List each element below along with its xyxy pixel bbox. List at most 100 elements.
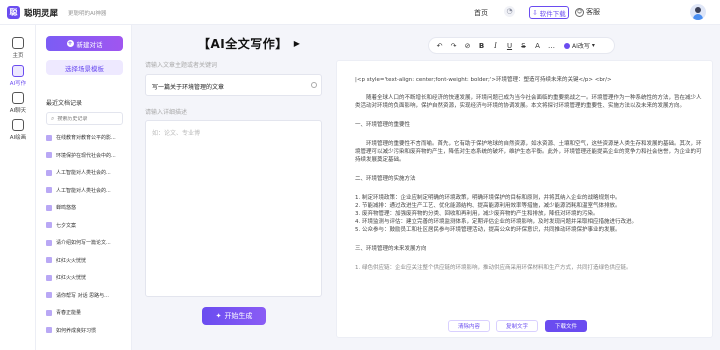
new-chat-button[interactable]: + 新建对话: [46, 36, 123, 51]
topic-input[interactable]: 写一篇关于环境管理的文章: [145, 74, 322, 96]
history-item-title: 请你帮写 对话 思路与...: [56, 292, 109, 299]
document-icon: [46, 152, 52, 159]
search-icon: ⌕: [51, 114, 55, 122]
description-label: 请输入详细描述: [145, 109, 188, 116]
description-input[interactable]: 如：论文、专业博: [145, 120, 322, 297]
history-item[interactable]: 七夕文案: [46, 217, 126, 235]
history-item[interactable]: 蝉鸣悠悠: [46, 199, 126, 217]
document-icon: [46, 204, 52, 211]
history-search-input[interactable]: [57, 115, 118, 122]
download-file-button[interactable]: 下载文件: [545, 320, 587, 332]
history-item-title: 红红火火恍恍: [56, 275, 87, 282]
choose-template-button[interactable]: 选择场景模板: [46, 60, 123, 75]
paint-icon: [12, 119, 24, 131]
undo-icon[interactable]: ↶: [436, 42, 443, 50]
list-item: 1. 制定环境政策：企业应制定明确的环境政策，明确环境保护的目标和原则，并将其纳…: [355, 195, 621, 201]
clear-format-icon[interactable]: ⊘: [464, 42, 471, 50]
rail-item-ai-paint[interactable]: AI绘画: [0, 119, 36, 141]
history-item-title: 人工智能对人类社会的...: [56, 170, 111, 177]
history-item[interactable]: 人工智能对人类社会的...: [46, 182, 126, 200]
underline-icon[interactable]: U: [506, 42, 513, 50]
start-generate-button[interactable]: ✦ 开始生成: [202, 307, 266, 325]
history-item-title: 环境保护在现代社会中的...: [56, 152, 116, 159]
strikethrough-icon[interactable]: S: [520, 42, 527, 50]
page-title-text: 【AI全文写作】: [198, 37, 288, 51]
software-download-label: 软件下载: [539, 9, 566, 18]
left-nav-rail: 主页 AI写作 AI聊天 AI绘画: [0, 25, 36, 350]
page-title: 【AI全文写作】 ▶: [198, 35, 300, 52]
ai-icon: [564, 42, 570, 49]
history-item[interactable]: 在线教育对教育公平的影...: [46, 129, 126, 147]
history-item-title: 七夕文案: [56, 222, 77, 229]
customer-service-link[interactable]: ☺ 客服: [575, 7, 600, 17]
document-icon: [46, 274, 52, 281]
topic-label: 请输入文章主题或者关键词: [145, 62, 218, 69]
list-item: 3. 废弃物管理：加强废弃物的分类、回收和再利用，减少废弃物的产生和排放，降低对…: [355, 211, 599, 217]
user-avatar[interactable]: [690, 4, 706, 20]
history-item[interactable]: 环境保护在现代社会中的...: [46, 147, 126, 165]
top-bar: 聪 聪明灵犀 更聪明的AI神器 首页 ◔ ⇩ 软件下载 ☺ 客服: [0, 0, 720, 25]
content-fade: [337, 300, 712, 318]
section-heading: 一、环境管理的重要性: [355, 122, 411, 128]
logo[interactable]: 聪 聪明灵犀 更聪明的AI神器: [7, 6, 106, 19]
home-icon: [12, 37, 24, 49]
history-item[interactable]: 红红火火恍恍: [46, 269, 126, 287]
nav-home-link[interactable]: 首页: [474, 8, 488, 18]
history-item[interactable]: 请你帮写 对话 思路与...: [46, 287, 126, 305]
document-icon: [46, 222, 52, 229]
bold-icon[interactable]: B: [478, 42, 485, 50]
copy-text-button[interactable]: 复制文字: [496, 320, 538, 332]
redo-icon[interactable]: ↷: [450, 42, 457, 50]
document-icon: [46, 169, 52, 176]
history-item-title: 青春正能量: [56, 310, 82, 317]
chat-icon: [12, 92, 24, 104]
history-item-title: 蝉鸣悠悠: [56, 205, 77, 212]
document-icon: [46, 239, 52, 246]
font-size-icon[interactable]: A: [534, 42, 541, 50]
avatar-head: [695, 7, 701, 13]
rail-label-home: 主页: [12, 53, 24, 59]
editor-toolbar: ↶ ↷ ⊘ B I U S A … AI改写 ▾: [428, 37, 615, 54]
history-item-title: 红红火火恍恍: [56, 257, 87, 264]
history-item[interactable]: 请介绍如何写一篇论文...: [46, 234, 126, 252]
history-item[interactable]: 如何养成良好习惯: [46, 322, 126, 340]
notification-icon[interactable]: ◔: [504, 6, 515, 17]
sparkle-icon: ✦: [215, 312, 222, 320]
editor-content[interactable]: |<p style='text-align: center;font-weigh…: [355, 76, 705, 272]
history-search[interactable]: ⌕: [46, 112, 123, 125]
document-icon: [46, 257, 52, 264]
play-arrow-icon: ▶: [293, 39, 301, 48]
description-placeholder: 如：论文、专业博: [152, 130, 201, 137]
history-item-title: 如何养成良好习惯: [56, 327, 97, 334]
rail-label-ai-paint: AI绘画: [9, 135, 27, 141]
paragraph: 环境管理的重要性不言而喻。首先，它有助于保护地球的自然资源，如水资源、土壤和空气…: [355, 141, 702, 163]
history-item[interactable]: 青春正能量: [46, 304, 126, 322]
more-icon[interactable]: …: [548, 42, 555, 50]
rail-label-ai-chat: AI聊天: [9, 108, 27, 114]
history-item[interactable]: 红红火火恍恍: [46, 252, 126, 270]
rail-item-ai-writing[interactable]: AI写作: [0, 65, 36, 87]
list-item: 1. 绿色供应链：企业应关注整个供应链的环境影响，推动供应商采用环保材料和生产方…: [355, 265, 632, 271]
ai-rewrite-button[interactable]: AI改写 ▾: [564, 41, 595, 50]
list-item: 4. 环境监测与评估：建立完善的环境监测体系，定期评估企业的环境影响，及时发现问…: [355, 219, 637, 225]
chevron-down-icon: ▾: [591, 42, 595, 49]
pen-icon: [12, 65, 24, 77]
history-item-title: 人工智能对人类社会的...: [56, 187, 111, 194]
logo-icon: 聪: [7, 6, 20, 19]
rail-item-ai-chat[interactable]: AI聊天: [0, 92, 36, 114]
history-panel: + 新建对话 选择场景模板 最近文档记录 ⌕ 在线教育对教育公平的影... 环境…: [36, 25, 132, 350]
headset-icon: ☺: [575, 7, 584, 17]
rail-item-home[interactable]: 主页: [0, 37, 36, 59]
history-item[interactable]: 人工智能对人类社会的...: [46, 164, 126, 182]
history-list: 在线教育对教育公平的影... 环境保护在现代社会中的... 人工智能对人类社会的…: [46, 129, 126, 339]
clear-content-button[interactable]: 清除内容: [448, 320, 490, 332]
history-title: 最近文档记录: [46, 100, 83, 107]
topic-value: 写一篇关于环境管理的文章: [152, 84, 225, 91]
history-item-title: 请介绍如何写一篇论文...: [56, 240, 111, 247]
software-download-button[interactable]: ⇩ 软件下载: [529, 6, 569, 19]
clear-icon[interactable]: [311, 82, 317, 88]
rail-label-ai-writing: AI写作: [9, 81, 27, 87]
new-chat-label: 新建对话: [76, 40, 103, 49]
italic-icon[interactable]: I: [492, 42, 499, 50]
history-item-title: 在线教育对教育公平的影...: [56, 135, 116, 142]
